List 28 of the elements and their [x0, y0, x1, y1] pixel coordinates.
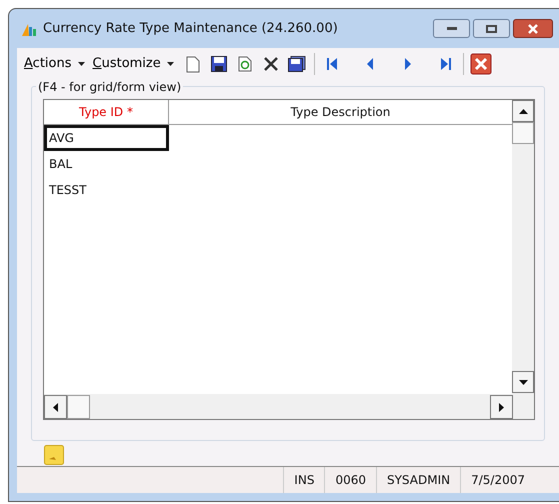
left-arrow-icon	[53, 402, 58, 412]
status-field: SYSADMIN	[376, 467, 460, 493]
menu-button[interactable]: Actions	[24, 54, 84, 74]
table-cell[interactable]: AVG	[44, 125, 169, 151]
down-arrow-icon	[518, 380, 528, 384]
status-field: INS	[283, 467, 324, 493]
save-all-icon[interactable]	[286, 53, 308, 75]
minimize-button[interactable]	[433, 19, 470, 38]
scroll-down-button[interactable]	[512, 371, 534, 393]
table-cell[interactable]: BAL	[44, 151, 169, 177]
table-cell[interactable]: TESST	[44, 177, 169, 203]
status-field: 7/5/2007	[460, 467, 535, 493]
scroll-right-button[interactable]	[490, 395, 513, 419]
up-arrow-icon	[518, 108, 528, 114]
scroll-left-button[interactable]	[44, 395, 67, 419]
scroll-thumb[interactable]	[512, 122, 534, 144]
right-arrow-icon	[499, 402, 504, 412]
scroll-thumb[interactable]	[67, 395, 90, 419]
status-field: 0060	[324, 467, 376, 493]
maximize-button[interactable]	[473, 19, 510, 38]
window-title: Currency Rate Type Maintenance (24.260.00)	[43, 20, 338, 38]
close-icon	[527, 24, 539, 34]
menu-button[interactable]: Customize	[92, 54, 174, 74]
close-button[interactable]	[513, 19, 553, 38]
caret-icon	[166, 62, 174, 66]
scroll-up-button[interactable]	[512, 100, 534, 122]
close-icon[interactable]	[470, 53, 492, 75]
caret-icon	[78, 62, 84, 66]
